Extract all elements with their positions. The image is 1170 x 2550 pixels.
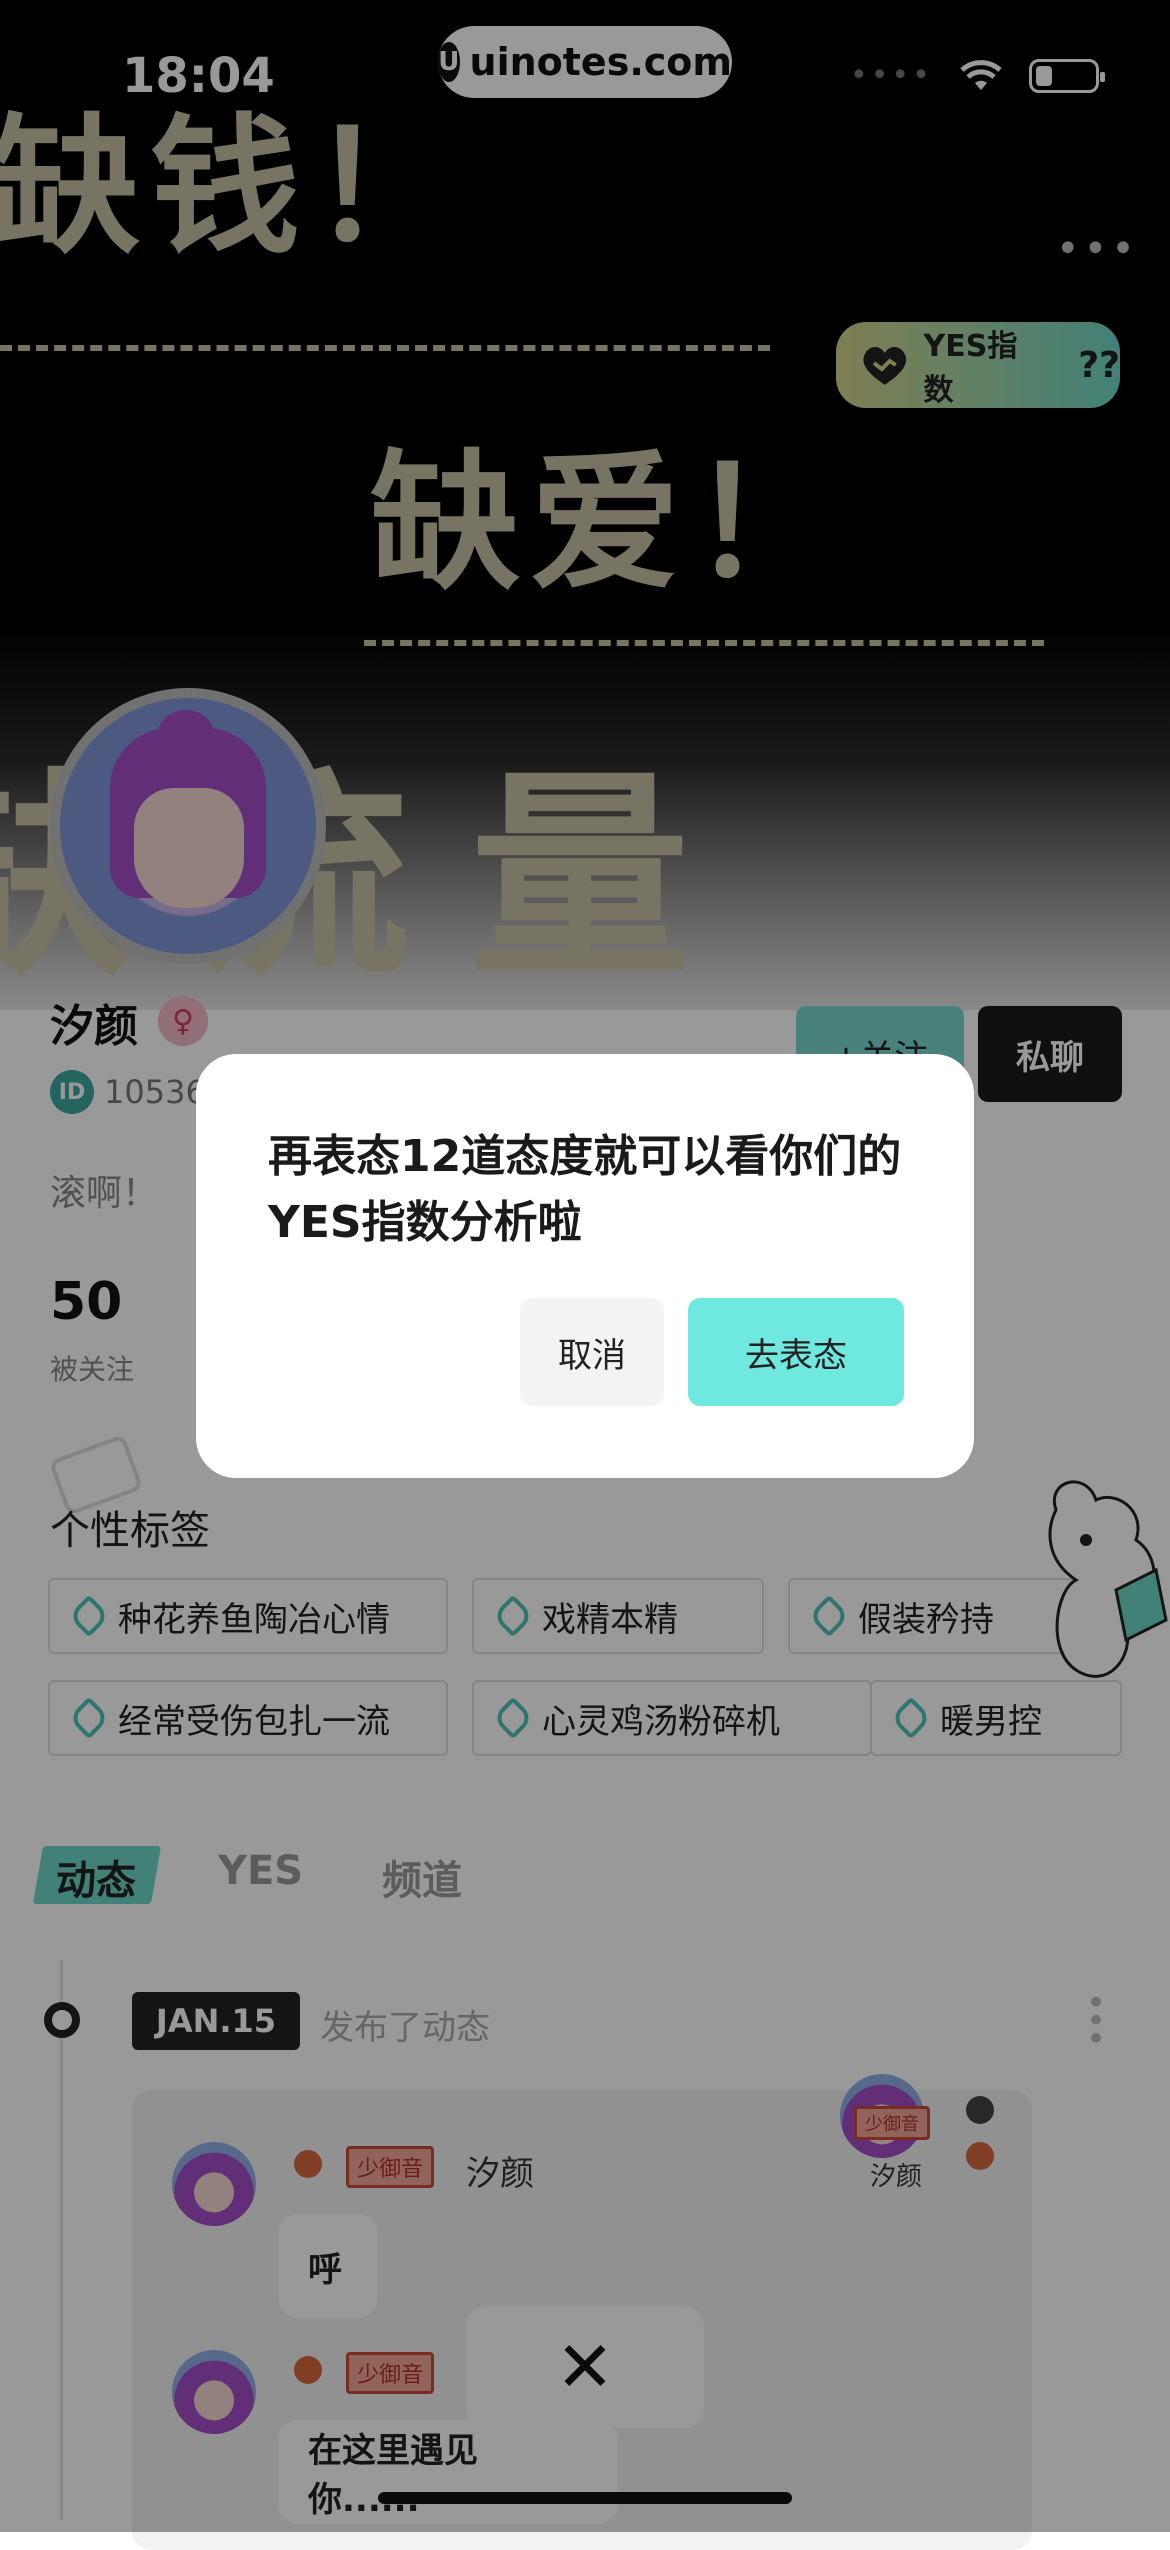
go-express-button[interactable]: 去表态 [688, 1298, 904, 1406]
cancel-button[interactable]: 取消 [520, 1298, 664, 1406]
yes-index-dialog: 再表态12道态度就可以看你们的YES指数分析啦 取消 去表态 [196, 1054, 974, 1478]
dialog-message: 再表态12道态度就可以看你们的YES指数分析啦 [268, 1131, 902, 1248]
